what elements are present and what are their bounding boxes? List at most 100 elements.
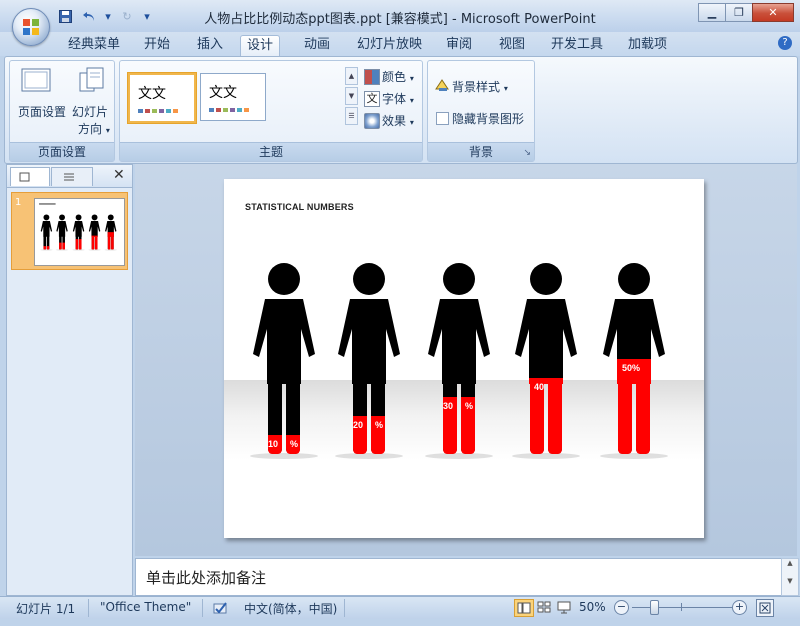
- hide-background-graphics-checkbox[interactable]: [436, 112, 449, 125]
- tab-developer[interactable]: 开发工具: [545, 35, 609, 55]
- theme-fonts-label: 字体: [382, 92, 407, 106]
- figure-shadow: [55, 249, 69, 251]
- tab-review[interactable]: 审阅: [440, 35, 478, 55]
- figure-shadow: [600, 453, 668, 459]
- tab-outline[interactable]: [51, 167, 93, 186]
- zoom-level[interactable]: 50%: [579, 600, 606, 614]
- panel-tabs: ✕: [7, 165, 132, 188]
- save-icon[interactable]: [56, 7, 74, 25]
- window-controls: ▁ ❐ ✕: [698, 3, 794, 22]
- figure-shadow: [335, 453, 403, 459]
- theme-gallery-scroll: ▲ ▼ ☰: [345, 67, 358, 127]
- dialog-launcher-icon[interactable]: ↘: [523, 148, 531, 158]
- zoom-out-icon[interactable]: −: [614, 600, 629, 615]
- figure-body: [40, 221, 53, 237]
- theme-colors-button[interactable]: 颜色 ▾: [382, 68, 414, 85]
- slide-canvas[interactable]: STATISTICAL NUMBERS 10% 20% 30% 40 50%: [224, 179, 704, 538]
- gallery-down-icon[interactable]: ▼: [345, 87, 358, 105]
- human-figure: [253, 263, 315, 454]
- tab-insert[interactable]: 插入: [191, 35, 229, 55]
- restore-icon[interactable]: ❐: [725, 3, 753, 22]
- tab-classic-menu[interactable]: 经典菜单: [62, 35, 126, 55]
- close-panel-icon[interactable]: ✕: [113, 167, 125, 183]
- tab-addins[interactable]: 加载项: [622, 35, 673, 55]
- figure-shadow: [88, 249, 101, 251]
- human-figure: [56, 214, 68, 250]
- theme-thumbnail-office[interactable]: 文文: [128, 73, 196, 123]
- theme-fonts-button[interactable]: 字体 ▾: [382, 90, 414, 107]
- slide-sorter-icon[interactable]: [535, 599, 553, 615]
- close-icon[interactable]: ✕: [752, 3, 794, 22]
- figure-body: [253, 299, 315, 384]
- theme-effects-button[interactable]: 效果 ▾: [382, 112, 414, 129]
- tab-view[interactable]: 视图: [493, 35, 531, 55]
- customize-qat-icon[interactable]: ▾: [142, 7, 152, 25]
- percent-label: 50%: [622, 363, 641, 373]
- figure-shadow: [40, 249, 53, 251]
- scroll-up-icon[interactable]: ▲: [782, 559, 798, 567]
- scroll-down-icon[interactable]: ▼: [782, 577, 798, 585]
- page-setup-group-label: 页面设置: [10, 142, 114, 161]
- human-figure: [515, 263, 577, 454]
- normal-view-icon[interactable]: [514, 599, 534, 617]
- background-styles-button[interactable]: 背景样式 ▾: [452, 78, 508, 95]
- help-icon[interactable]: ?: [778, 36, 792, 50]
- window-title: 人物占比比例动态ppt图表.ppt [兼容模式] - Microsoft Pow…: [204, 12, 596, 27]
- figure-head: [59, 214, 65, 221]
- theme-name[interactable]: "Office Theme": [100, 600, 191, 614]
- slideshow-view-icon[interactable]: [555, 599, 573, 615]
- theme-fonts-icon[interactable]: 文: [364, 91, 380, 107]
- slide-orientation-icon[interactable]: [78, 65, 106, 95]
- zoom-slider-track[interactable]: [632, 607, 732, 608]
- figure-body: [338, 299, 400, 384]
- figures-chart: [250, 263, 668, 459]
- human-figure: [338, 263, 400, 454]
- tab-slideshow[interactable]: 幻灯片放映: [351, 35, 428, 55]
- theme-colors-icon[interactable]: [364, 69, 380, 85]
- undo-icon[interactable]: [80, 7, 98, 25]
- zoom-in-icon[interactable]: +: [732, 600, 747, 615]
- zoom-slider-thumb[interactable]: [650, 600, 659, 615]
- slide-orientation-label-2[interactable]: 方向 ▾: [78, 120, 110, 137]
- tab-animations[interactable]: 动画: [298, 35, 336, 55]
- slides-panel: ✕ 1: [6, 164, 133, 596]
- redo-icon[interactable]: ↻: [118, 7, 136, 25]
- slide-orientation-label[interactable]: 幻灯片: [72, 103, 108, 120]
- language-indicator[interactable]: 中文(简体，中国): [244, 600, 337, 617]
- fit-to-window-icon[interactable]: [756, 599, 774, 617]
- minimize-icon[interactable]: ▁: [698, 3, 726, 22]
- theme-colors-label: 颜色: [382, 70, 407, 84]
- figure-head: [268, 263, 300, 295]
- tab-slides[interactable]: [10, 167, 50, 186]
- notes-placeholder[interactable]: 单击此处添加备注: [146, 567, 266, 588]
- spell-check-icon[interactable]: [212, 600, 230, 616]
- human-figure: [428, 263, 490, 454]
- hide-background-graphics-label[interactable]: 隐藏背景图形: [452, 110, 524, 127]
- figure-head: [107, 214, 114, 221]
- outline-tab-icon: [64, 173, 74, 181]
- notes-scrollbar[interactable]: ▲ ▼: [781, 558, 799, 596]
- figure-head: [530, 263, 562, 295]
- figure-fill-bar: [107, 232, 114, 250]
- theme-thumbnail-text: 文文: [209, 85, 237, 101]
- gallery-up-icon[interactable]: ▲: [345, 67, 358, 85]
- page-setup-icon[interactable]: [20, 67, 52, 93]
- figure-fill-bar: [75, 239, 82, 250]
- undo-dropdown-icon[interactable]: ▾: [104, 7, 112, 25]
- theme-effects-icon[interactable]: [364, 113, 380, 129]
- figure-body: [56, 221, 68, 237]
- percent-label-sign: %: [375, 420, 384, 430]
- status-bar: 幻灯片 1/1 "Office Theme" 中文(简体，中国) 50% − +: [0, 596, 800, 619]
- office-button[interactable]: [12, 8, 50, 46]
- percent-label: 40: [534, 382, 545, 392]
- gallery-more-icon[interactable]: ☰: [345, 107, 358, 125]
- background-styles-icon[interactable]: [434, 77, 450, 93]
- tab-home[interactable]: 开始: [138, 35, 176, 55]
- figure-head: [75, 214, 82, 221]
- themes-group-label: 主题: [120, 142, 422, 161]
- tab-design[interactable]: 设计: [240, 35, 281, 57]
- page-setup-label[interactable]: 页面设置: [18, 103, 66, 120]
- notes-pane[interactable]: 单击此处添加备注: [135, 558, 783, 596]
- theme-thumbnail-2[interactable]: 文文: [200, 73, 266, 121]
- slide-thumbnail-1[interactable]: 1: [11, 192, 128, 270]
